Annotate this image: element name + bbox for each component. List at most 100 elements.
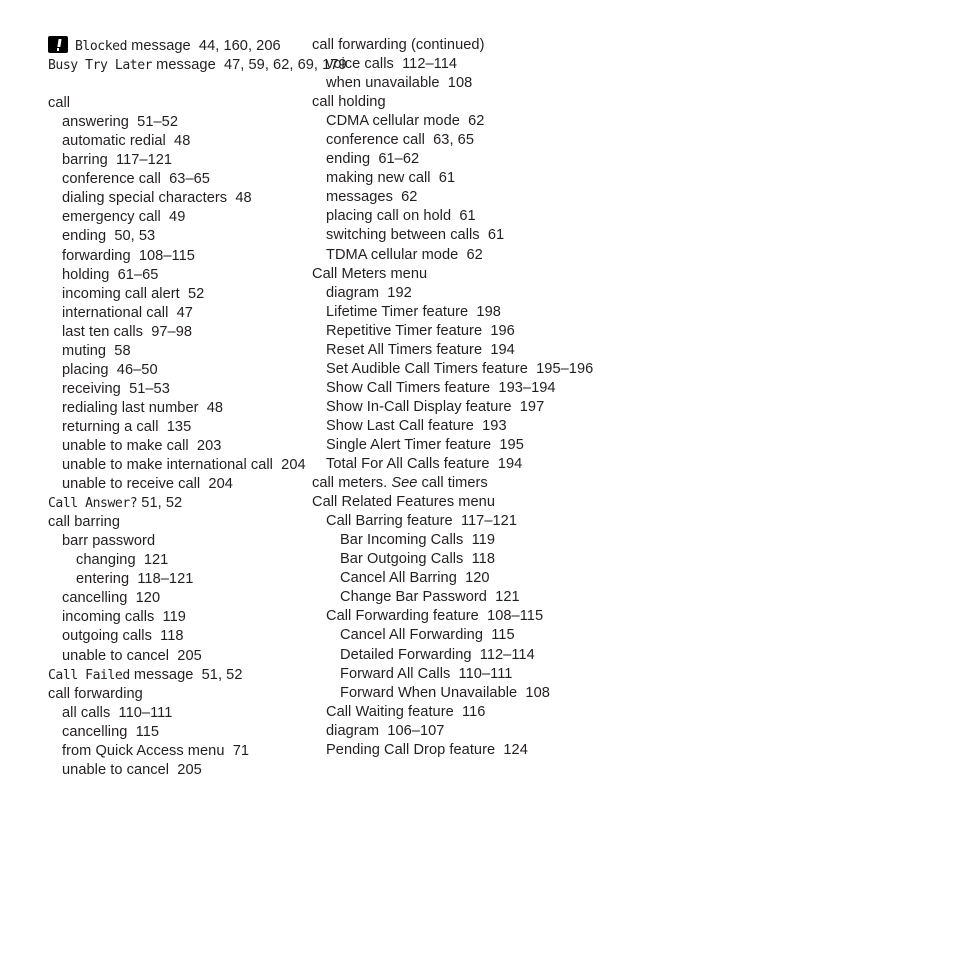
index-entry: answering 51–52 [62, 113, 348, 132]
index-entry-text: Bar Outgoing Calls 118 [340, 551, 496, 568]
index-entry: Busy Try Later message 47, 59, 62, 69, 1… [48, 56, 348, 75]
index-entry-text: conference call 63, 65 [326, 132, 474, 149]
index-entry-text: Forward When Unavailable 108 [340, 684, 550, 701]
index-entry-text: when unavailable 108 [326, 75, 473, 92]
index-entry: cancelling 120 [62, 589, 348, 608]
index-entry-text: cancelling 120 [62, 590, 161, 607]
index-entry-text: Repetitive Timer feature 196 [326, 322, 515, 339]
index-entry: from Quick Access menu 71 [62, 742, 348, 761]
index-entry: Call Related Features menu [312, 493, 612, 512]
index-entry-text: call forwarding [48, 685, 143, 702]
index-entry-text: barring 117–121 [62, 152, 173, 169]
index-entry-text: incoming calls 119 [62, 609, 186, 626]
index-column-right: call forwarding (continued) voice calls 1… [312, 0, 612, 760]
index-entry: TDMA cellular mode 62 [326, 246, 612, 265]
index-entry-text: forwarding 108–115 [62, 247, 195, 264]
index-entry-text: receiving 51–53 [62, 380, 170, 397]
index-entry: Blocked message 44, 160, 206 [48, 36, 348, 56]
index-entry: making new call 61 [326, 169, 612, 188]
index-entry: receiving 51–53 [62, 380, 348, 399]
index-entry: call [48, 94, 348, 113]
index-entry-text: Bar Incoming Calls 119 [340, 532, 495, 549]
index-entry-text: Show In-Call Display feature 197 [326, 398, 545, 415]
index-entry: barring 117–121 [62, 151, 348, 170]
index-entry-text: answering 51–52 [62, 114, 179, 131]
index-entry-text: placing call on hold 61 [326, 208, 476, 225]
index-entry: call barring [48, 513, 348, 532]
index-entry-text: returning a call 135 [62, 418, 192, 435]
index-entry: emergency call 49 [62, 208, 348, 227]
index-entry-text: TDMA cellular mode 62 [326, 246, 483, 263]
index-entry-text: CDMA cellular mode 62 [326, 113, 485, 130]
index-entry: Pending Call Drop feature 124 [326, 741, 612, 760]
index-entry-text: Single Alert Timer feature 195 [326, 436, 524, 453]
index-entry-text: placing 46–50 [62, 361, 158, 378]
index-entry-text: barr password [62, 533, 156, 550]
index-spacer [48, 75, 348, 94]
index-entry-text: unable to make international call 204 [62, 457, 306, 474]
index-entry-text: conference call 63–65 [62, 171, 210, 188]
index-entry-text: messages 62 [326, 189, 418, 206]
index-entry-text: Change Bar Password 121 [340, 589, 520, 606]
index-entry: Call Meters menu [312, 265, 612, 284]
index-entry-text: last ten calls 97–98 [62, 323, 193, 340]
index-entry-text: Call Related Features menu [312, 494, 496, 511]
index-entry: unable to cancel 205 [62, 647, 348, 666]
index-entry: outgoing calls 118 [62, 627, 348, 646]
index-entry: dialing special characters 48 [62, 189, 348, 208]
index-entry: muting 58 [62, 342, 348, 361]
index-entry: Repetitive Timer feature 196 [326, 322, 612, 341]
index-entry-text: Cancel All Forwarding 115 [340, 627, 515, 644]
index-entry-text: Show Call Timers feature 193–194 [326, 379, 556, 396]
index-entry-text: ending 61–62 [326, 151, 420, 168]
index-entry: changing 121 [76, 551, 348, 570]
index-page: Blocked message 44, 160, 206 Busy Try Lat… [0, 0, 954, 954]
index-entry-text: diagram 106–107 [326, 722, 445, 739]
index-entry: diagram 106–107 [326, 722, 612, 741]
index-entry: unable to make call 203 [62, 437, 348, 456]
index-entry: incoming call alert 52 [62, 285, 348, 304]
index-entry: incoming calls 119 [62, 608, 348, 627]
index-entry: conference call 63–65 [62, 170, 348, 189]
index-entry-display-text: Call Failed [48, 667, 130, 683]
index-entry: Call Failed message 51, 52 [48, 666, 348, 685]
index-entry: Call Waiting feature 116 [326, 703, 612, 722]
index-entry-text: call [48, 95, 71, 112]
index-entry: Show Call Timers feature 193–194 [326, 379, 612, 398]
index-entry-text: all calls 110–111 [62, 704, 173, 721]
index-entry-text: Show Last Call feature 193 [326, 417, 507, 434]
index-entry: voice calls 112–114 [326, 55, 612, 74]
index-entry-text: emergency call 49 [62, 209, 186, 226]
index-entry: call forwarding (continued) [312, 36, 612, 55]
index-entry-text: call holding [312, 94, 386, 111]
index-entry-text: Call Meters menu [312, 265, 428, 282]
index-entry: messages 62 [326, 188, 612, 207]
index-entry-text: entering 118–121 [76, 571, 194, 588]
index-entry-text: automatic redial 48 [62, 133, 191, 150]
index-entry: diagram 192 [326, 284, 612, 303]
index-entry: Call Answer? 51, 52 [48, 494, 348, 513]
index-entry-text: unable to cancel 205 [62, 761, 202, 778]
index-entry: cancelling 115 [62, 723, 348, 742]
index-column-left: Blocked message 44, 160, 206 Busy Try Lat… [48, 0, 348, 780]
index-entry: Cancel All Forwarding 115 [340, 626, 612, 645]
index-entry: holding 61–65 [62, 266, 348, 285]
index-entry: ending 50, 53 [62, 227, 348, 246]
index-entry-text: call meters. [312, 475, 392, 492]
index-entry: Call Barring feature 117–121 [326, 512, 612, 531]
index-entry-text: unable to cancel 205 [62, 647, 202, 664]
index-entry: Call Forwarding feature 108–115 [326, 607, 612, 626]
index-entry-text: unable to make call 203 [62, 437, 222, 454]
index-entry: Forward When Unavailable 108 [340, 684, 612, 703]
index-entry: CDMA cellular mode 62 [326, 112, 612, 131]
index-entry: automatic redial 48 [62, 132, 348, 151]
index-entry: switching between calls 61 [326, 226, 612, 245]
index-entry-text: voice calls 112–114 [326, 56, 458, 73]
index-entry-text: dialing special characters 48 [62, 190, 252, 207]
index-entry-text: incoming call alert 52 [62, 285, 205, 302]
index-entry-text: making new call 61 [326, 170, 456, 187]
index-entry-text: muting 58 [62, 342, 131, 359]
index-entry: placing call on hold 61 [326, 207, 612, 226]
index-entry-display-text: Blocked [75, 39, 128, 54]
index-entry: forwarding 108–115 [62, 247, 348, 266]
